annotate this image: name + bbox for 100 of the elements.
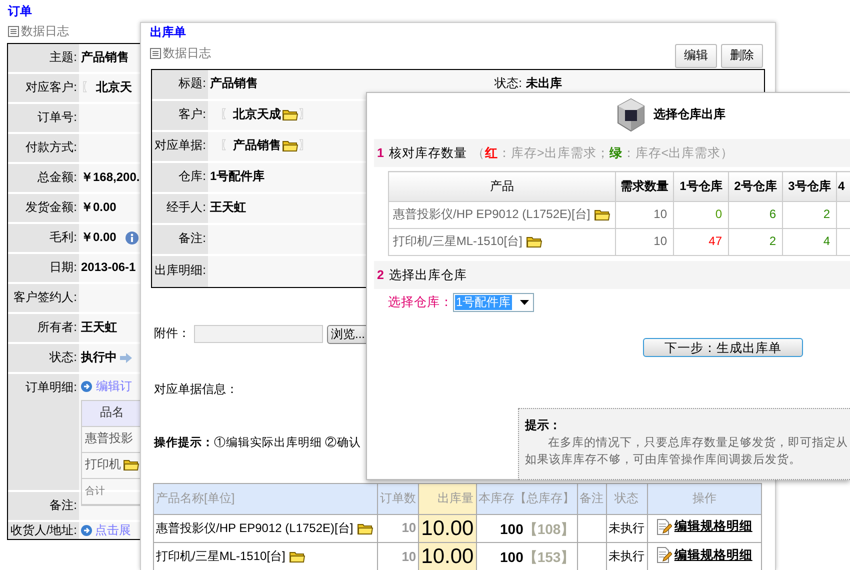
column-header: 产品 xyxy=(388,172,616,202)
field-label: 所有者: xyxy=(8,314,79,342)
bracket-mark: 〖 xyxy=(220,138,232,154)
field-label: 出库明细: xyxy=(152,256,208,287)
step-number: 1 xyxy=(377,144,384,162)
field-label: 毛利: xyxy=(8,224,79,252)
toolbar-button[interactable]: 删除 xyxy=(721,44,763,68)
caret-icon[interactable] xyxy=(520,300,529,305)
bracket-mark: 〖 xyxy=(81,80,93,96)
field-value: 执行中 xyxy=(81,350,117,366)
column-header: 出库量 xyxy=(418,484,476,515)
folder-icon[interactable] xyxy=(357,522,374,535)
field-label: 标题: xyxy=(152,70,208,99)
dialog-title: 选择仓库出库 xyxy=(654,107,726,123)
window-title: 订单 xyxy=(8,4,33,20)
field-label: 客户: xyxy=(152,100,208,130)
field-label: 订单明细: xyxy=(8,374,79,490)
stock-count: 4 xyxy=(782,228,836,256)
total-label: 合计 xyxy=(85,484,105,498)
field-label: 日期: xyxy=(8,254,79,282)
bracket-mark: 〗 xyxy=(299,138,311,154)
field-label: 附件： xyxy=(154,326,190,342)
total-stock-value: 【153】 xyxy=(523,548,575,565)
field-value: ￥0.00 xyxy=(81,200,116,216)
cube-icon xyxy=(616,98,646,132)
field-value: 王天虹 xyxy=(81,320,117,336)
column-header: 状态 xyxy=(606,484,648,515)
product-name: 打印机/三星ML-1510[台] xyxy=(156,549,286,565)
table-cell: 10 xyxy=(616,228,674,256)
stock-value: 100 xyxy=(500,548,524,565)
field-value: 产品销售 xyxy=(81,50,129,66)
table-cell: 打印机 xyxy=(85,457,121,474)
step-title: 选择出库仓库 xyxy=(388,266,467,284)
field-value: 1号配件库 xyxy=(210,169,265,185)
reference-link[interactable]: 北京天成 xyxy=(233,107,281,123)
arrow-circle-icon[interactable] xyxy=(81,381,92,392)
section-label: 对应单据信息： xyxy=(154,382,239,398)
folder-icon[interactable] xyxy=(526,236,542,248)
table-cell: 10 xyxy=(616,202,674,228)
data-log-link[interactable]: 数据日志 xyxy=(163,46,211,62)
stock-count: 2 xyxy=(782,202,836,228)
field-label: 主题: xyxy=(8,44,79,72)
document-icon xyxy=(150,48,161,59)
field-label: 状态: xyxy=(8,344,79,372)
field-label: 对应单据: xyxy=(152,132,208,161)
column-header: 3号仓库 xyxy=(782,172,836,202)
column-header: 4 xyxy=(836,172,850,202)
window-title: 出库单 xyxy=(150,25,187,41)
status-cell: 未执行 xyxy=(606,542,648,570)
tip-text: 如果该库库存不够，可由库管操作库间调拨后发货。 xyxy=(525,452,802,468)
field-label: 备注: xyxy=(8,492,79,520)
column-header: 订单数 xyxy=(378,484,419,515)
toolbar-button[interactable]: 编辑 xyxy=(675,44,717,68)
field-label: 收货人/地址: xyxy=(8,522,79,540)
field-label: 客户签约人: xyxy=(8,284,79,312)
column-header: 1号仓库 xyxy=(674,172,728,202)
folder-icon[interactable] xyxy=(123,459,139,472)
customer-link[interactable]: 北京天 xyxy=(96,80,132,96)
field-value: ￥168,200. xyxy=(81,170,140,186)
field-label: 订单号: xyxy=(8,104,79,132)
field-label: 备注: xyxy=(152,224,208,254)
edit-icon[interactable] xyxy=(656,518,672,535)
column-header: 品名 xyxy=(82,400,142,427)
field-value: 王天虹 xyxy=(210,200,246,216)
column-header: 本库存【总库存】 xyxy=(476,484,578,515)
column-header: 需求数量 xyxy=(616,172,674,202)
folder-icon[interactable] xyxy=(289,551,306,564)
quantity-cell: 10.00 xyxy=(418,542,476,570)
field-label: 状态: xyxy=(494,75,523,92)
stock-value: 100 xyxy=(500,520,524,537)
stock-count: 2 xyxy=(728,228,782,256)
reference-link[interactable]: 产品销售 xyxy=(233,138,281,154)
stock-count: 47 xyxy=(674,228,728,256)
field-value: 2013-06-1 xyxy=(81,260,136,276)
operation-hint: 操作提示：①编辑实际出库明细 ②确认 xyxy=(154,436,362,452)
table-cell: 惠普投影 xyxy=(85,431,133,448)
stock-count: 6 xyxy=(728,202,782,228)
quantity-cell: 10.00 xyxy=(418,514,476,543)
folder-icon[interactable] xyxy=(594,209,610,221)
folder-icon[interactable] xyxy=(282,140,298,152)
tip-title: 提示： xyxy=(525,417,562,434)
product-name: 打印机/三星ML-1510[台] xyxy=(393,234,522,250)
arrow-circle-icon[interactable] xyxy=(81,525,92,536)
column-header: 2号仓库 xyxy=(728,172,782,202)
step-number: 2 xyxy=(377,266,384,284)
field-label: 仓库: xyxy=(152,162,208,192)
total-stock-value: 【108】 xyxy=(523,520,575,537)
folder-icon[interactable] xyxy=(282,109,298,122)
bracket-mark: 〗 xyxy=(299,107,311,123)
data-log-link[interactable]: 数据日志 xyxy=(21,24,69,40)
stock-count: 0 xyxy=(674,202,728,228)
field-label: 选择仓库： xyxy=(388,294,453,311)
next-step-button[interactable]: 下一步：生成出库单 xyxy=(643,338,803,357)
field-label: 付款方式: xyxy=(8,134,79,162)
field-label: 发货金额: xyxy=(8,194,79,222)
info-icon[interactable] xyxy=(125,231,140,246)
document-icon xyxy=(8,26,19,37)
edit-icon[interactable] xyxy=(656,546,672,563)
status-cell: 未执行 xyxy=(606,514,648,543)
file-input-field[interactable] xyxy=(194,325,323,344)
